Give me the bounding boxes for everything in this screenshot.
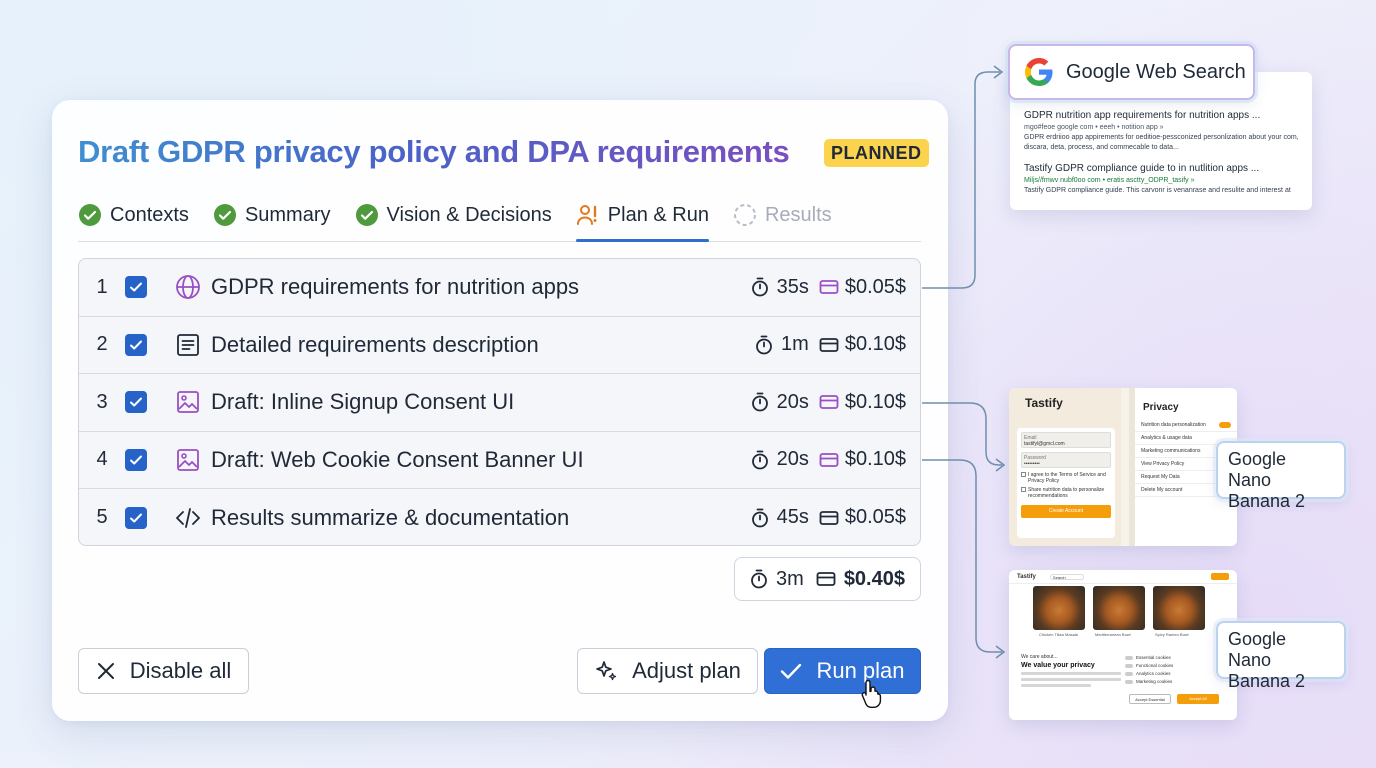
dashed-circle-icon [733, 203, 757, 227]
close-icon [97, 663, 114, 679]
step-label: Results summarize & documentation [211, 504, 570, 530]
credit-card-icon [819, 510, 839, 525]
cookie-banner-mockup: Tastify Search Chicken Tikka Masala Medi… [1009, 570, 1237, 720]
document-icon [175, 332, 201, 358]
step-meta: 20s $0.10$ [751, 432, 906, 489]
step-time: 20s [751, 448, 809, 471]
hand-cursor-icon [861, 679, 882, 708]
google-nano-banana-tool: Google Nano Banana 2 [1216, 621, 1346, 691]
step-number: 1 [96, 275, 108, 298]
search-result-title: GDPR nutrition app requirements for nutr… [1024, 110, 1261, 121]
credit-card-icon [816, 572, 836, 586]
tab-label: Results [764, 203, 832, 226]
tab-plan-run[interactable]: Plan & Run [575, 196, 710, 242]
stopwatch-icon [751, 450, 768, 470]
google-web-search-tool: Google Web Search [1008, 44, 1255, 100]
code-icon [175, 505, 201, 531]
table-row: 1 GDPR requirements for nutrition apps 3… [79, 259, 920, 317]
step-label: Draft: Web Cookie Consent Banner UI [211, 446, 584, 472]
stopwatch-icon [751, 277, 768, 297]
table-row: 5 Results summarize & documentation 45s … [79, 489, 920, 545]
step-label: Detailed requirements description [211, 331, 539, 357]
step-number: 2 [96, 333, 108, 356]
search-result-url: mgo#feoe google com • eeeh • notition ap… [1024, 124, 1164, 131]
google-nano-banana-tool: Google Nano Banana 2 [1216, 441, 1346, 511]
step-number: 3 [96, 390, 108, 413]
step-tabs: Contexts Summary Vision & Decisions Plan… [78, 196, 921, 242]
table-row: 4 Draft: Web Cookie Consent Banner UI 20… [79, 432, 920, 489]
tab-vision-decisions[interactable]: Vision & Decisions [355, 196, 552, 234]
search-result-snippet: GDPR erdriioo app appirements for oediti… [1024, 134, 1299, 151]
credit-card-icon [819, 395, 839, 410]
disable-all-button[interactable]: Disable all [78, 648, 249, 694]
food-image [1093, 586, 1145, 630]
stopwatch-icon [756, 335, 772, 355]
check-circle-icon [78, 203, 102, 227]
step-meta: 1m $0.10$ [755, 317, 906, 374]
step-number: 5 [96, 506, 108, 529]
stopwatch-icon [751, 508, 768, 528]
step-time: 20s [751, 391, 809, 414]
step-checkbox[interactable] [125, 333, 147, 356]
step-label: GDPR requirements for nutrition apps [211, 274, 580, 300]
table-row: 2 Detailed requirements description 1m $… [79, 317, 920, 374]
step-time: 35s [751, 276, 809, 299]
mockup-brand: Tastify [1025, 396, 1063, 410]
adjust-plan-button[interactable]: Adjust plan [577, 648, 758, 694]
step-number: 4 [96, 448, 108, 471]
checkmark-icon [781, 663, 802, 679]
step-meta: 45s $0.05$ [751, 489, 906, 545]
signup-consent-mockup: Tastify Email tastifyl@gmcl.com Password •… [1009, 388, 1237, 546]
search-result-snippet: Tastify GDPR compliance guide. This carv… [1024, 187, 1291, 194]
plan-card: Draft GDPR privacy policy and DPA requir… [52, 100, 948, 721]
google-logo-icon [1025, 58, 1053, 86]
credit-card-icon [819, 452, 839, 467]
stopwatch-icon [751, 392, 768, 412]
step-time: 45s [751, 506, 809, 529]
food-image [1033, 586, 1085, 630]
check-circle-icon [355, 203, 379, 227]
step-checkbox[interactable] [125, 506, 147, 529]
tab-label: Contexts [110, 203, 189, 226]
image-icon [175, 447, 201, 473]
step-time: 1m [755, 333, 809, 356]
plan-total: 3m $0.40$ [734, 557, 921, 601]
step-cost: $0.10$ [819, 391, 906, 414]
step-cost: $0.10$ [819, 333, 906, 356]
step-checkbox[interactable] [125, 391, 147, 414]
tab-label: Plan & Run [607, 203, 709, 226]
status-badge: PLANNED [824, 139, 929, 167]
credit-card-icon [819, 337, 839, 352]
step-label: Draft: Inline Signup Consent UI [211, 389, 515, 415]
table-row: 3 Draft: Inline Signup Consent UI 20s $0… [79, 374, 920, 432]
step-cost: $0.05$ [819, 506, 906, 529]
page-title: Draft GDPR privacy policy and DPA requir… [78, 134, 790, 169]
total-time: 3m [750, 568, 804, 591]
step-checkbox[interactable] [125, 448, 147, 471]
image-icon [175, 389, 201, 415]
food-image [1153, 586, 1205, 630]
step-checkbox[interactable] [125, 276, 147, 299]
tab-summary[interactable]: Summary [213, 196, 331, 234]
check-circle-icon [213, 203, 237, 227]
search-result-title: Tastify GDPR compliance guide to in nutl… [1024, 163, 1260, 174]
step-meta: 35s $0.05$ [751, 259, 906, 316]
step-cost: $0.05$ [819, 276, 906, 299]
globe-icon [175, 274, 201, 300]
tab-results[interactable]: Results [733, 196, 832, 234]
user-run-icon [576, 203, 600, 227]
search-result-url: Miljs//fmwv nubf0oo com • eratis asctty_… [1024, 177, 1195, 184]
tab-label: Summary [244, 203, 331, 226]
credit-card-icon [819, 280, 839, 295]
mockup-signup-form: Email tastifyl@gmcl.com Password •••••••••… [1017, 428, 1115, 538]
run-plan-button[interactable]: Run plan [764, 648, 921, 694]
sparkles-icon [596, 661, 617, 681]
stopwatch-icon [751, 569, 767, 589]
plan-steps-table: 1 GDPR requirements for nutrition apps 3… [78, 258, 921, 546]
tab-label: Vision & Decisions [386, 203, 552, 226]
step-meta: 20s $0.10$ [751, 374, 906, 431]
step-cost: $0.10$ [819, 448, 906, 471]
tab-contexts[interactable]: Contexts [78, 196, 189, 234]
total-cost: $0.40$ [816, 568, 905, 591]
